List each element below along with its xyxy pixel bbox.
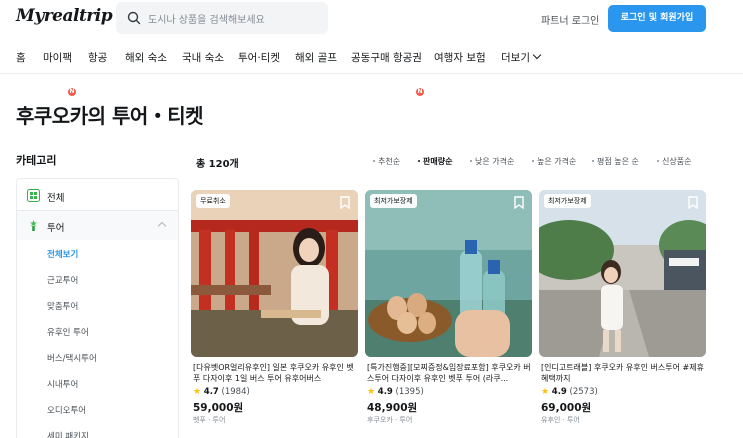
product-rating: ★ 4.9 (1395) bbox=[367, 387, 424, 397]
nav-item-group-flight[interactable]: 공동구매 항공권 bbox=[351, 50, 422, 65]
search-icon bbox=[127, 11, 141, 25]
bullet bbox=[592, 160, 594, 162]
product-location: 후쿠오카 · 투어 bbox=[367, 416, 413, 424]
free-cancel-badge: 무료취소 bbox=[196, 194, 230, 208]
bookmark-icon[interactable] bbox=[340, 196, 350, 209]
category-tour[interactable]: 투어 bbox=[17, 211, 178, 240]
category-all[interactable]: 전체 bbox=[17, 181, 178, 210]
product-price: 69,000원 bbox=[541, 402, 592, 414]
bullet bbox=[657, 160, 659, 162]
chevron-down-icon bbox=[532, 50, 542, 60]
new-badge: N bbox=[416, 88, 424, 96]
sort-label: 평점 높은 순 bbox=[597, 157, 639, 166]
header: Myrealtrip 도시나 상품을 검색해보세요 파트너 로그인 로그인 및 … bbox=[0, 0, 743, 36]
statue-of-liberty-icon bbox=[30, 220, 37, 231]
star-icon: ★ bbox=[367, 387, 376, 397]
nav-item-mypack[interactable]: 마이팩 bbox=[43, 50, 72, 65]
search-placeholder: 도시나 상품을 검색해보세요 bbox=[148, 15, 265, 26]
sort-label: 신상품순 bbox=[662, 157, 692, 166]
lowest-price-badge: 최저가보장제 bbox=[544, 194, 591, 208]
bullet bbox=[470, 160, 472, 162]
nav-item-label: 공동구매 항공권 bbox=[351, 52, 422, 64]
nav-item-label: 더보기 bbox=[501, 52, 530, 64]
login-signup-button[interactable]: 로그인 및 회원가입 bbox=[608, 5, 706, 32]
product-image[interactable]: 무료취소 bbox=[191, 190, 358, 357]
sort-newest[interactable]: 신상품순 bbox=[657, 156, 691, 167]
sort-price-low[interactable]: 낮은 가격순 bbox=[470, 156, 514, 167]
category-title: 카테고리 bbox=[16, 154, 57, 167]
review-count: (1984) bbox=[221, 387, 250, 397]
nav-item-home[interactable]: 홈 bbox=[16, 50, 26, 65]
bullet bbox=[418, 160, 420, 162]
subcategory-audio-tour[interactable]: 오디오투어 bbox=[47, 404, 86, 416]
subcategory-city-tour[interactable]: 시내투어 bbox=[47, 378, 78, 390]
subcategory-all[interactable]: 전체보기 bbox=[47, 248, 78, 260]
sort-price-high[interactable]: 높은 가격순 bbox=[532, 156, 576, 167]
product-title[interactable]: [인디고트래블] 후쿠오카 유후인 버스투어 #제휴혜택까지 bbox=[541, 362, 706, 384]
review-count: (1395) bbox=[395, 387, 424, 397]
nav-item-overseas-golf[interactable]: 해외 골프 bbox=[295, 50, 337, 65]
subcategory-semi-package[interactable]: 세미 패키지 bbox=[47, 430, 89, 438]
star-icon: ★ bbox=[541, 387, 550, 397]
sort-sales[interactable]: 판매량순 bbox=[418, 156, 452, 167]
nav-item-more[interactable]: 더보기 bbox=[501, 50, 542, 65]
category-panel: 전체 투어 전체보기 근교투어 맞춤투어 유후인 투어 버스/택시투어 시내투어… bbox=[16, 178, 179, 438]
sort-label: 추천순 bbox=[378, 157, 401, 166]
eggs-ramune-photo bbox=[365, 190, 532, 357]
subcategory-suburb-tour[interactable]: 근교투어 bbox=[47, 274, 78, 286]
bullet bbox=[373, 160, 375, 162]
subcategory-yufuin-tour[interactable]: 유후인 투어 bbox=[47, 326, 89, 338]
sort-recommended[interactable]: 추천순 bbox=[373, 156, 400, 167]
logo[interactable]: Myrealtrip bbox=[16, 6, 113, 26]
search-input[interactable]: 도시나 상품을 검색해보세요 bbox=[116, 2, 328, 34]
sort-label: 판매량순 bbox=[423, 157, 453, 166]
nav-item-tour-ticket[interactable]: 투어·티켓 bbox=[238, 50, 280, 65]
product-title[interactable]: [다유벳OR얼리유후인] 일본 후쿠오카 유후인 벳푸 다자이후 1일 버스 투… bbox=[193, 362, 358, 384]
subcategory-custom-tour[interactable]: 맞춤투어 bbox=[47, 300, 78, 312]
product-location: 벳푸 · 투어 bbox=[193, 416, 226, 424]
product-price: 59,000원 bbox=[193, 402, 244, 414]
product-rating: ★ 4.9 (2573) bbox=[541, 387, 598, 397]
street-photo bbox=[539, 190, 706, 357]
rating-value: 4.7 bbox=[203, 387, 219, 397]
product-price: 48,900원 bbox=[367, 402, 418, 414]
rating-value: 4.9 bbox=[551, 387, 567, 397]
chevron-up-icon[interactable] bbox=[157, 221, 167, 231]
product-image[interactable]: 최저가보장제 bbox=[539, 190, 706, 357]
grid-icon bbox=[27, 189, 40, 202]
nav-item-insurance[interactable]: 여행자 보험 bbox=[434, 50, 486, 65]
sort-label: 낮은 가격순 bbox=[475, 157, 515, 166]
product-rating: ★ 4.7 (1984) bbox=[193, 387, 250, 397]
product-location: 유후인 · 투어 bbox=[541, 416, 580, 424]
nav-item-label: 마이팩 bbox=[43, 52, 72, 64]
review-count: (2573) bbox=[569, 387, 598, 397]
lowest-price-badge: 최저가보장제 bbox=[370, 194, 417, 208]
category-all-label: 전체 bbox=[47, 193, 65, 204]
product-image[interactable]: 최저가보장제 bbox=[365, 190, 532, 357]
nav-item-flight[interactable]: 항공 bbox=[88, 50, 107, 65]
star-icon: ★ bbox=[193, 387, 202, 397]
nav-item-domestic-hotel[interactable]: 국내 숙소 bbox=[182, 50, 224, 65]
sort-label: 높은 가격순 bbox=[537, 157, 577, 166]
category-tour-label: 투어 bbox=[47, 223, 65, 234]
partner-login-link[interactable]: 파트너 로그인 bbox=[541, 12, 599, 27]
result-count: 총 120개 bbox=[196, 159, 239, 170]
shrine-photo bbox=[191, 190, 358, 357]
subcategory-bus-taxi-tour[interactable]: 버스/택시투어 bbox=[47, 352, 97, 364]
bookmark-icon[interactable] bbox=[514, 196, 524, 209]
sort-rating[interactable]: 평점 높은 순 bbox=[592, 156, 639, 167]
new-badge: N bbox=[68, 88, 76, 96]
bookmark-icon[interactable] bbox=[688, 196, 698, 209]
main-nav: 홈 마이팩 N 항공 해외 숙소 국내 숙소 투어·티켓 해외 골프 공동구매 … bbox=[0, 44, 743, 96]
product-title[interactable]: [특가진행중][모찌증정&입장료포함] 후쿠오카 버스투어 다자이후 유후인 벳… bbox=[367, 362, 532, 384]
page-title: 후쿠오카의 투어・티켓 bbox=[16, 104, 204, 128]
bullet bbox=[532, 160, 534, 162]
rating-value: 4.9 bbox=[377, 387, 393, 397]
nav-item-overseas-hotel[interactable]: 해외 숙소 bbox=[125, 50, 167, 65]
